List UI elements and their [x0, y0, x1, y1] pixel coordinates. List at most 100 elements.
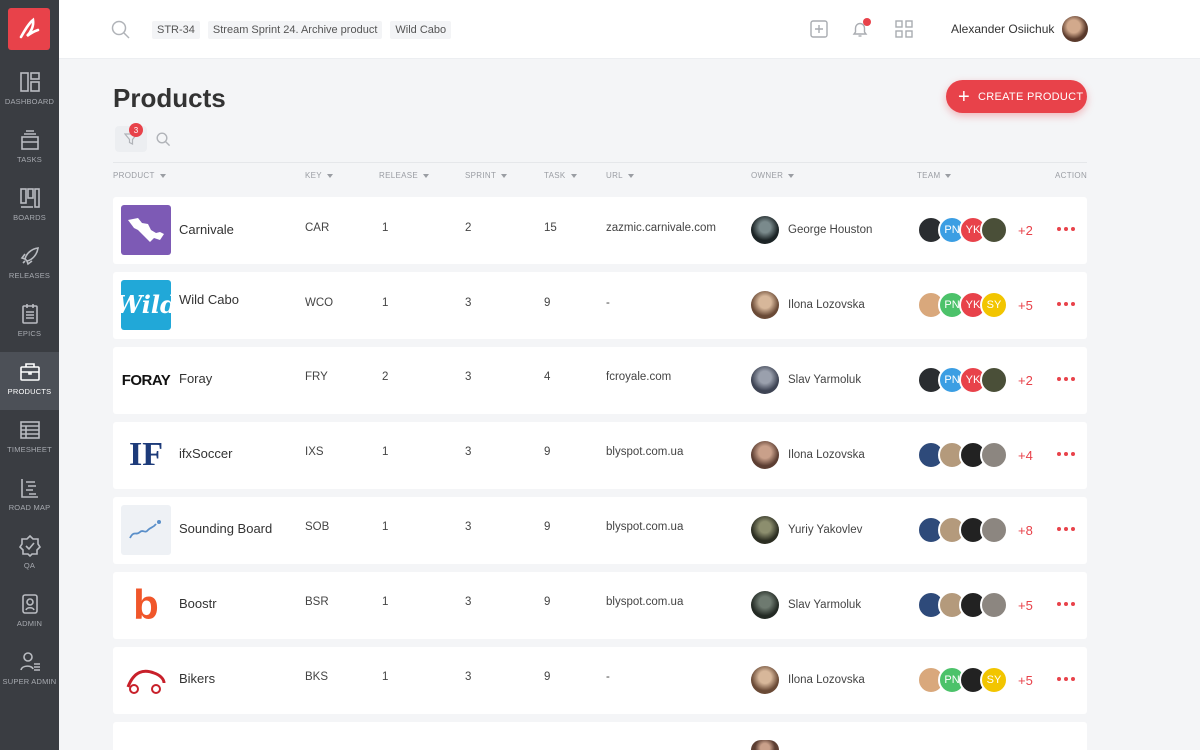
sidebar-item-dashboard[interactable]: DASHBOARD [0, 62, 59, 120]
roadmap-icon [20, 479, 38, 498]
sidebar-item-road-map[interactable]: ROAD MAP [0, 468, 59, 526]
notifications-button[interactable] [851, 18, 871, 38]
column-header-release[interactable]: RELEASE [379, 171, 430, 180]
product-url[interactable]: blyspot.com.ua [606, 596, 683, 608]
sidebar-item-epics[interactable]: EPICS [0, 294, 59, 352]
column-header-task[interactable]: TASK [544, 171, 577, 180]
product-sprint: 3 [465, 446, 472, 458]
table-row[interactable]: Bikers BKS 1 3 9 - Ilona Lozovska PN SY … [113, 647, 1087, 714]
sidebar-item-timesheet[interactable]: TIMESHEET [0, 410, 59, 468]
sidebar-item-tasks[interactable]: TASKS [0, 120, 59, 178]
column-header-team[interactable]: TEAM [917, 171, 952, 180]
owner-avatar [751, 366, 779, 394]
mexico-map-icon [128, 218, 164, 242]
caret-down-icon [945, 173, 952, 178]
product-sprint: 2 [465, 222, 472, 234]
row-actions-button[interactable] [1057, 227, 1075, 231]
filter-button[interactable]: 3 [115, 123, 147, 152]
top-header: STR-34 Stream Sprint 24. Archive product… [59, 0, 1200, 59]
product-task: 9 [544, 671, 551, 683]
user-name[interactable]: Alexander Osiichuk [951, 22, 1054, 36]
product-logo: b [121, 580, 171, 630]
product-task: 9 [544, 596, 551, 608]
create-product-label: CREATE PRODUCT [977, 90, 1084, 103]
breadcrumb-item[interactable]: Wild Cabo [390, 21, 452, 39]
product-logo: IF [121, 430, 171, 480]
product-name[interactable]: Carnivale [179, 222, 234, 237]
column-header-key[interactable]: KEY [305, 171, 333, 180]
sidebar-item-label: EPICS [17, 329, 42, 338]
caret-down-icon [501, 173, 508, 178]
product-logo-text: FORAY [121, 371, 171, 389]
product-name[interactable]: Foray [179, 371, 212, 386]
product-url[interactable]: blyspot.com.ua [606, 446, 683, 458]
table-row[interactable]: IF ifxSoccer IXS 1 3 9 blyspot.com.ua Il… [113, 422, 1087, 489]
caret-down-icon [627, 173, 634, 178]
sidebar-item-qa[interactable]: QA [0, 526, 59, 584]
team-more-count[interactable]: +5 [1018, 598, 1033, 613]
search-icon[interactable] [156, 132, 171, 147]
admin-icon [21, 594, 38, 614]
table-row[interactable] [113, 722, 1087, 750]
team-more-count[interactable]: +2 [1018, 223, 1033, 238]
sidebar-item-admin[interactable]: ADMIN [0, 584, 59, 642]
sidebar-item-releases[interactable]: RELEASES [0, 236, 59, 294]
row-actions-button[interactable] [1057, 377, 1075, 381]
caret-down-icon [570, 173, 577, 178]
row-actions-button[interactable] [1057, 527, 1075, 531]
product-url[interactable]: zazmic.carnivale.com [606, 222, 716, 234]
product-logo-text: b [133, 581, 159, 628]
column-header-sprint[interactable]: SPRINT [465, 171, 508, 180]
boards-icon [19, 188, 40, 208]
row-actions-button[interactable] [1057, 302, 1075, 306]
column-header-action: ACTION [1055, 171, 1088, 180]
product-name[interactable]: Wild Cabo [179, 292, 239, 307]
table-row[interactable]: Wild Wild Cabo WCO 1 3 9 - Ilona Lozovsk… [113, 272, 1087, 339]
product-sprint: 3 [465, 297, 472, 309]
breadcrumb-item[interactable]: STR-34 [152, 21, 200, 39]
product-name[interactable]: Bikers [179, 671, 215, 686]
team-more-count[interactable]: +8 [1018, 523, 1033, 538]
sidebar-item-products[interactable]: PRODUCTS [0, 352, 59, 410]
team-more-count[interactable]: +4 [1018, 448, 1033, 463]
breadcrumb-item[interactable]: Stream Sprint 24. Archive product [207, 21, 383, 39]
dashboard-icon [19, 72, 40, 92]
epics-icon [21, 304, 38, 324]
product-task: 15 [544, 222, 557, 234]
filter-count-badge: 3 [129, 123, 143, 137]
product-release: 2 [382, 371, 389, 383]
product-url[interactable]: fcroyale.com [606, 371, 671, 383]
product-name[interactable]: Boostr [179, 596, 217, 611]
create-product-button[interactable]: + CREATE PRODUCT [946, 80, 1087, 113]
team-more-count[interactable]: +5 [1018, 673, 1033, 688]
app-logo[interactable] [8, 8, 50, 50]
search-icon[interactable] [111, 20, 131, 40]
column-header-product[interactable]: PRODUCT [113, 171, 166, 180]
product-name[interactable]: Sounding Board [179, 521, 272, 536]
tasks-icon [20, 130, 39, 150]
product-logo [121, 505, 171, 555]
team-more-count[interactable]: +2 [1018, 373, 1033, 388]
caret-down-icon [788, 173, 795, 178]
column-header-url[interactable]: URL [606, 171, 634, 180]
table-row[interactable]: b Boostr BSR 1 3 9 blyspot.com.ua Slav Y… [113, 572, 1087, 639]
row-actions-button[interactable] [1057, 452, 1075, 456]
table-row[interactable]: FORAY Foray FRY 2 3 4 fcroyale.com Slav … [113, 347, 1087, 414]
sidebar-item-boards[interactable]: BOARDS [0, 178, 59, 236]
sidebar-item-super-admin[interactable]: SUPER ADMIN [0, 642, 59, 700]
apps-grid-icon[interactable] [895, 20, 913, 38]
table-row[interactable]: Sounding Board SOB 1 3 9 blyspot.com.ua … [113, 497, 1087, 564]
product-url[interactable]: blyspot.com.ua [606, 521, 683, 533]
rocket-icon [20, 247, 39, 266]
table-row[interactable]: Carnivale CAR 1 2 15 zazmic.carnivale.co… [113, 197, 1087, 264]
product-name[interactable]: ifxSoccer [179, 446, 232, 461]
product-logo-text: Wild [121, 290, 171, 319]
team-more-count[interactable]: +5 [1018, 298, 1033, 313]
add-icon[interactable] [810, 20, 828, 38]
avatar[interactable] [1062, 16, 1088, 42]
column-header-owner[interactable]: OWNER [751, 171, 795, 180]
product-release: 1 [382, 222, 389, 234]
row-actions-button[interactable] [1057, 602, 1075, 606]
row-actions-button[interactable] [1057, 677, 1075, 681]
product-release: 1 [382, 521, 389, 533]
